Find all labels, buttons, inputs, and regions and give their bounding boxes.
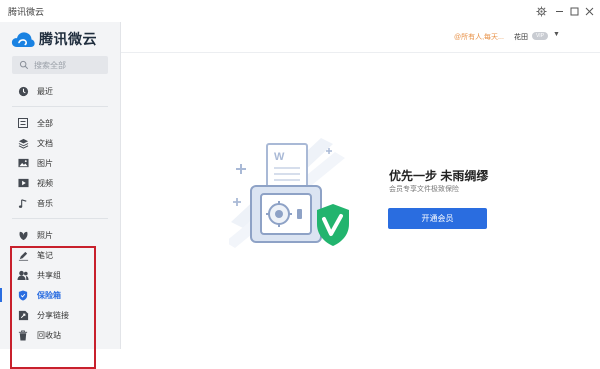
sidebar-item-label: 照片 (37, 230, 53, 240)
clock-icon (17, 85, 29, 97)
play-icon (17, 177, 29, 189)
image-icon (17, 157, 29, 169)
notice-link[interactable]: @所有人,每天... (454, 32, 504, 42)
sidebar-item-photos[interactable]: 照片 (0, 226, 120, 244)
list-icon (17, 117, 29, 129)
title-bar: 腾讯微云 (0, 0, 600, 22)
promo-subtitle: 会员专享文件极致保险 (389, 186, 459, 193)
sidebar-item-label: 音乐 (37, 198, 53, 208)
username[interactable]: 花田 (514, 32, 528, 42)
svg-text:W: W (274, 151, 285, 163)
window-title: 腾讯微云 (8, 7, 45, 17)
sidebar: 腾讯微云 搜索全部 最近 全部 文档 图片 视频 音乐 照片 笔记 共享组 保险… (0, 22, 121, 369)
sidebar-item-music[interactable]: 音乐 (0, 194, 120, 212)
search-icon (19, 60, 29, 70)
open-membership-button[interactable]: 开通会员 (388, 208, 487, 229)
sidebar-item-recent[interactable]: 最近 (0, 82, 120, 100)
sidebar-item-images[interactable]: 图片 (0, 154, 120, 172)
layers-icon (17, 137, 29, 149)
promo-title: 优先一步 未雨绸缪 (389, 169, 489, 183)
close-icon[interactable] (581, 3, 597, 19)
sidebar-item-documents[interactable]: 文档 (0, 134, 120, 152)
settings-gear-icon[interactable] (533, 3, 549, 19)
sidebar-item-label: 最近 (37, 86, 53, 96)
main-content: @所有人,每天... 花田 VIP ▼ W 优先一步 未雨绸缪 会员专享文件极致… (121, 22, 600, 349)
search-placeholder: 搜索全部 (34, 60, 66, 70)
sidebar-item-videos[interactable]: 视频 (0, 174, 120, 192)
app-logo: 腾讯微云 (11, 29, 97, 49)
sidebar-item-label: 全部 (37, 118, 53, 128)
top-bar: @所有人,每天... 花田 VIP ▼ (121, 22, 600, 53)
brand-name: 腾讯微云 (39, 31, 97, 47)
sidebar-divider (12, 218, 108, 219)
sidebar-item-label: 视频 (37, 178, 53, 188)
safe-illustration: W (229, 138, 349, 248)
cloud-logo-icon (11, 31, 35, 47)
chevron-down-icon[interactable]: ▼ (553, 31, 560, 38)
sidebar-divider (12, 106, 108, 107)
highlight-box (10, 246, 96, 369)
sidebar-item-all[interactable]: 全部 (0, 114, 120, 132)
photo-leaf-icon (17, 229, 29, 241)
sidebar-item-label: 文档 (37, 138, 53, 148)
minimize-icon[interactable] (551, 3, 567, 19)
music-note-icon (17, 197, 29, 209)
sidebar-item-label: 图片 (37, 158, 53, 168)
maximize-icon[interactable] (566, 3, 582, 19)
search-input[interactable]: 搜索全部 (12, 56, 108, 74)
vip-badge: VIP (532, 32, 548, 40)
